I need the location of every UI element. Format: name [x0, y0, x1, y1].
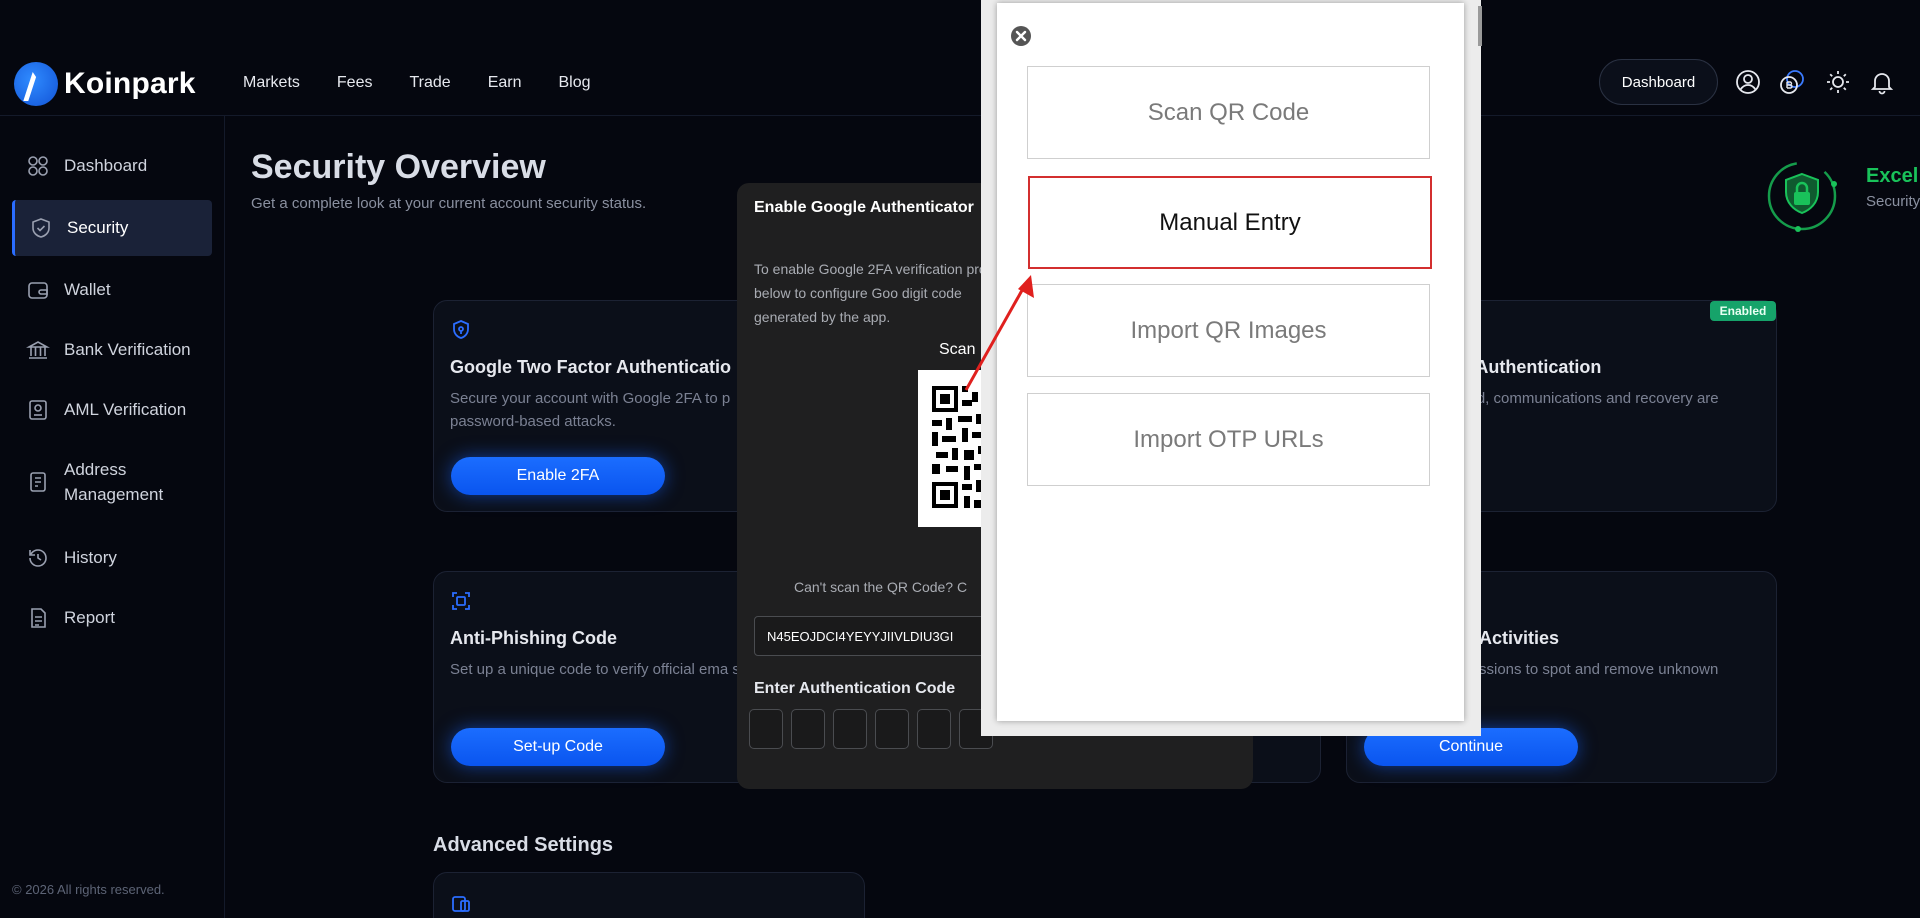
page-title: Security Overview: [251, 148, 546, 186]
koinpark-logo-icon: [14, 62, 58, 106]
nav-markets[interactable]: Markets: [243, 74, 300, 92]
wallet-icon: [26, 278, 50, 302]
coins-icon[interactable]: [1778, 68, 1806, 96]
sidebar-item-label: Security: [67, 218, 129, 237]
enter-code-label: Enter Authentication Code: [754, 680, 956, 697]
sidebar-item-label: Address Management: [64, 460, 164, 504]
sidebar-item-label: History: [64, 548, 117, 567]
import-qr-images-button[interactable]: Import QR Images: [1027, 284, 1430, 377]
enable-2fa-button[interactable]: Enable 2FA: [451, 457, 665, 495]
shield-icon: [29, 216, 53, 240]
brand-logo[interactable]: Koinpark: [14, 62, 196, 106]
manual-entry-button[interactable]: Manual Entry: [1028, 176, 1432, 269]
sidebar-item-label: Wallet: [64, 280, 111, 299]
grid-icon: [26, 154, 50, 178]
nav-trade[interactable]: Trade: [409, 74, 450, 92]
advanced-settings-heading: Advanced Settings: [433, 834, 614, 856]
security-status-title: Excel: [1866, 165, 1919, 187]
sidebar-item-label: AML Verification: [64, 400, 187, 419]
card-title: Anti-Phishing Code: [450, 628, 617, 648]
otp-digit-input[interactable]: [875, 709, 909, 749]
advanced-settings-card: [433, 872, 865, 918]
security-lock-icon: [1764, 158, 1840, 234]
theme-sun-icon[interactable]: [1824, 68, 1852, 96]
device-icon: [450, 893, 472, 915]
page-subtitle: Get a complete look at your current acco…: [251, 195, 647, 212]
card-title: Google Two Factor Authenticatio: [450, 357, 731, 377]
copyright-text: © 2026 All rights reserved.: [12, 882, 165, 897]
nav-blog[interactable]: Blog: [558, 74, 590, 92]
id-card-icon: [26, 398, 50, 422]
setup-code-button[interactable]: Set-up Code: [451, 728, 665, 766]
scrollbar-thumb[interactable]: [1478, 6, 1482, 46]
sidebar: Dashboard Security Wallet Bank Verificat…: [0, 116, 225, 918]
import-otp-urls-button[interactable]: Import OTP URLs: [1027, 393, 1430, 486]
card-description: ssions to spot and remove unknown: [1479, 661, 1719, 678]
scan-label: Scan: [939, 341, 976, 358]
otp-digit-input[interactable]: [833, 709, 867, 749]
top-navigation-bar: Koinpark Markets Fees Trade Earn Blog Da…: [0, 0, 1920, 116]
sidebar-item-dashboard[interactable]: Dashboard: [12, 138, 212, 194]
scan-code-icon: [450, 590, 472, 612]
sidebar-item-label: Bank Verification: [64, 340, 191, 359]
authenticator-popup: Scan QR Code Manual Entry Import QR Imag…: [997, 3, 1464, 721]
sidebar-item-security[interactable]: Security: [12, 200, 212, 256]
bank-icon: [25, 338, 51, 362]
modal-title: Enable Google Authenticator: [754, 199, 974, 216]
shield-icon: [450, 319, 472, 341]
nav-fees[interactable]: Fees: [337, 74, 373, 92]
brand-name: Koinpark: [64, 67, 196, 100]
user-profile-icon[interactable]: [1734, 68, 1762, 96]
otp-digit-input[interactable]: [917, 709, 951, 749]
sidebar-item-label: Report: [64, 608, 116, 627]
enabled-status-badge: Enabled: [1710, 301, 1776, 321]
main-nav: Markets Fees Trade Earn Blog: [243, 74, 591, 92]
sidebar-item-label: Dashboard: [64, 156, 148, 175]
security-status-subtitle: Security: [1866, 193, 1920, 210]
scan-qr-code-button[interactable]: Scan QR Code: [1027, 66, 1430, 159]
notification-bell-icon[interactable]: [1868, 68, 1896, 96]
close-icon[interactable]: [1010, 25, 1032, 47]
card-title: Activities: [1479, 628, 1560, 648]
sidebar-item-history[interactable]: History: [12, 530, 212, 586]
card-title: s Authentication: [1461, 357, 1602, 377]
cant-scan-text: Can't scan the QR Code? C: [794, 579, 968, 595]
otp-digit-input[interactable]: [749, 709, 783, 749]
sidebar-item-aml-verification[interactable]: AML Verification: [12, 382, 212, 438]
sidebar-item-bank-verification[interactable]: Bank Verification: [12, 322, 212, 378]
card-description: fied, communications and recovery are: [1461, 390, 1719, 407]
nav-earn[interactable]: Earn: [488, 74, 522, 92]
report-icon: [26, 606, 50, 630]
address-book-icon: [26, 470, 50, 494]
secret-key-field[interactable]: N45EOJDCI4YEYYJIIVLDIU3GI: [754, 616, 999, 656]
history-icon: [26, 546, 50, 570]
sidebar-item-address-management[interactable]: Address Management: [12, 450, 212, 514]
otp-digit-input[interactable]: [791, 709, 825, 749]
dashboard-button[interactable]: Dashboard: [1599, 59, 1718, 105]
sidebar-item-report[interactable]: Report: [12, 590, 212, 646]
sidebar-item-wallet[interactable]: Wallet: [12, 262, 212, 318]
